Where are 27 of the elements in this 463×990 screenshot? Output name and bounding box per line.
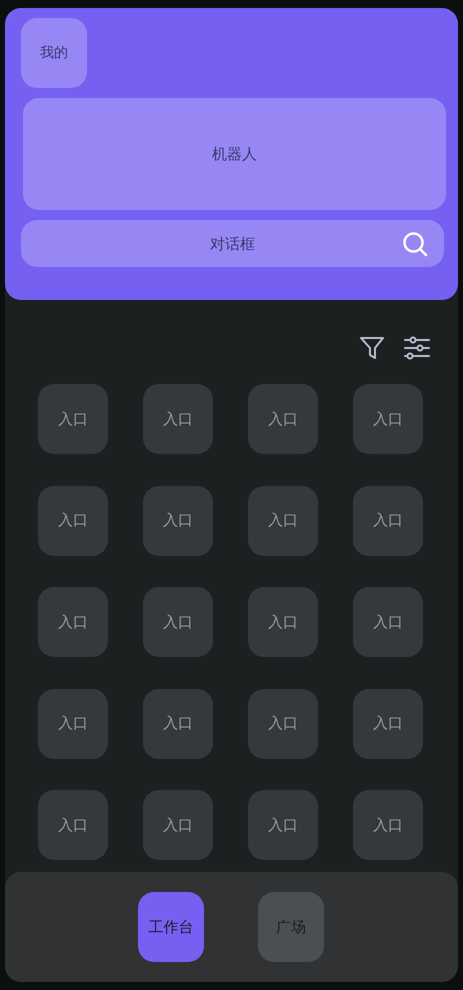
entry-tile[interactable]: 入口 bbox=[248, 688, 318, 758]
profile-button[interactable]: 我的 bbox=[21, 18, 87, 88]
sliders-icon[interactable] bbox=[404, 335, 430, 361]
entry-tile[interactable]: 入口 bbox=[143, 486, 213, 556]
entry-tile[interactable]: 入口 bbox=[38, 587, 108, 657]
entry-tile[interactable]: 入口 bbox=[143, 587, 213, 657]
entry-tile[interactable]: 入口 bbox=[38, 384, 108, 454]
entry-tile[interactable]: 入口 bbox=[353, 587, 423, 657]
entry-tile[interactable]: 入口 bbox=[248, 384, 318, 454]
robot-card[interactable]: 机器人 bbox=[23, 98, 446, 210]
entry-tile[interactable]: 入口 bbox=[353, 486, 423, 556]
entry-tile[interactable]: 入口 bbox=[353, 790, 423, 860]
entry-tile[interactable]: 入口 bbox=[143, 790, 213, 860]
entry-tile[interactable]: 入口 bbox=[38, 790, 108, 860]
chat-field[interactable]: 对话框 bbox=[21, 220, 444, 267]
search-icon[interactable] bbox=[402, 230, 428, 256]
filter-icon[interactable] bbox=[359, 335, 385, 361]
entry-tile[interactable]: 入口 bbox=[353, 384, 423, 454]
entry-tile[interactable]: 入口 bbox=[143, 688, 213, 758]
nav-tab[interactable]: 工作台 bbox=[138, 892, 204, 962]
entry-tile[interactable]: 入口 bbox=[38, 688, 108, 758]
entry-tile[interactable]: 入口 bbox=[248, 587, 318, 657]
entry-tile[interactable]: 入口 bbox=[248, 486, 318, 556]
entry-tile[interactable]: 入口 bbox=[143, 384, 213, 454]
entry-tile[interactable]: 入口 bbox=[38, 486, 108, 556]
entry-tile[interactable]: 入口 bbox=[248, 790, 318, 860]
entry-tile[interactable]: 入口 bbox=[353, 688, 423, 758]
